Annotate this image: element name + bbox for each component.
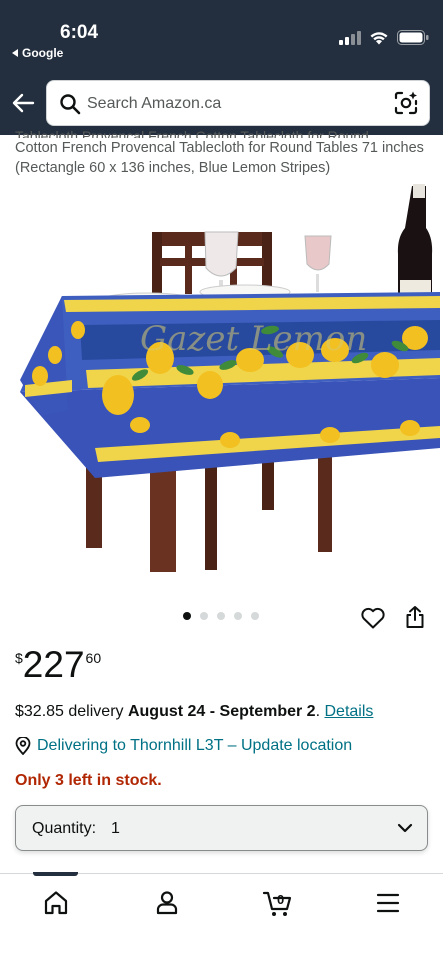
product-title: Cotton French Provencal Tablecloth for R… bbox=[15, 140, 424, 176]
carousel-dot[interactable] bbox=[183, 612, 191, 620]
header: 6:04 Google Search Amazon.ca bbox=[0, 0, 443, 135]
image-watermark: Gazet Lemon bbox=[140, 319, 367, 359]
carousel-dot[interactable] bbox=[251, 612, 259, 620]
carousel-indicator bbox=[183, 612, 259, 620]
back-to-app[interactable]: Google bbox=[12, 46, 63, 60]
location-text[interactable]: Delivering to Thornhill L3T – Update loc… bbox=[37, 737, 352, 755]
delivery-dates: August 24 - September 2 bbox=[127, 703, 316, 720]
carousel-dot[interactable] bbox=[217, 612, 225, 620]
back-app-label: Google bbox=[22, 46, 64, 60]
share-icon[interactable] bbox=[404, 605, 426, 629]
delivery-location[interactable]: Delivering to Thornhill L3T – Update loc… bbox=[15, 737, 352, 755]
signal-icon bbox=[339, 30, 361, 45]
wifi-icon bbox=[370, 31, 388, 44]
table-leg-chair bbox=[205, 460, 217, 570]
home-icon[interactable] bbox=[41, 888, 71, 918]
quantity-value: 1 bbox=[111, 820, 120, 837]
active-tab-indicator bbox=[33, 872, 78, 876]
wine-bottle-illustration bbox=[397, 184, 433, 302]
chevron-down-icon bbox=[397, 823, 413, 833]
back-triangle-icon bbox=[12, 49, 18, 57]
back-arrow-icon[interactable] bbox=[10, 90, 36, 116]
product-title-cut: Tablecloth Provencal French Cotton Table… bbox=[15, 128, 369, 138]
product-image[interactable]: Gazet Lemon bbox=[0, 180, 443, 590]
account-icon[interactable] bbox=[152, 888, 182, 918]
bottom-nav: 0 bbox=[0, 872, 443, 960]
search-icon bbox=[60, 94, 81, 115]
price-symbol: $ bbox=[15, 650, 23, 666]
price-fraction: 60 bbox=[85, 650, 102, 666]
cart-button[interactable]: 0 bbox=[262, 888, 294, 918]
carousel-dot[interactable] bbox=[200, 612, 208, 620]
price-whole: 227 bbox=[22, 644, 85, 685]
status-icons bbox=[339, 30, 429, 45]
delivery-fee: $32.85 delivery bbox=[15, 703, 124, 720]
quantity-select[interactable]: Quantity: 1 bbox=[15, 805, 428, 851]
search-input[interactable]: Search Amazon.ca bbox=[87, 95, 221, 113]
battery-icon bbox=[397, 30, 429, 45]
delivery-period: . bbox=[315, 703, 321, 720]
heart-icon[interactable] bbox=[360, 606, 386, 630]
wine-glass-right-illustration bbox=[304, 235, 332, 292]
quantity-label: Quantity: bbox=[32, 820, 97, 837]
search-bar[interactable]: Search Amazon.ca bbox=[46, 80, 430, 126]
camera-lens-icon[interactable] bbox=[393, 90, 419, 116]
carousel-dot[interactable] bbox=[234, 612, 242, 620]
menu-icon[interactable] bbox=[373, 888, 403, 918]
cart-count: 0 bbox=[277, 892, 285, 907]
price: $ 227 60 bbox=[15, 644, 101, 686]
status-time: 6:04 bbox=[60, 22, 99, 43]
stock-status: Only 3 left in stock. bbox=[15, 772, 162, 789]
delivery-details-link[interactable]: Details bbox=[324, 703, 373, 720]
delivery-info: $32.85 delivery August 24 - September 2.… bbox=[15, 703, 373, 721]
location-pin-icon bbox=[15, 737, 31, 755]
